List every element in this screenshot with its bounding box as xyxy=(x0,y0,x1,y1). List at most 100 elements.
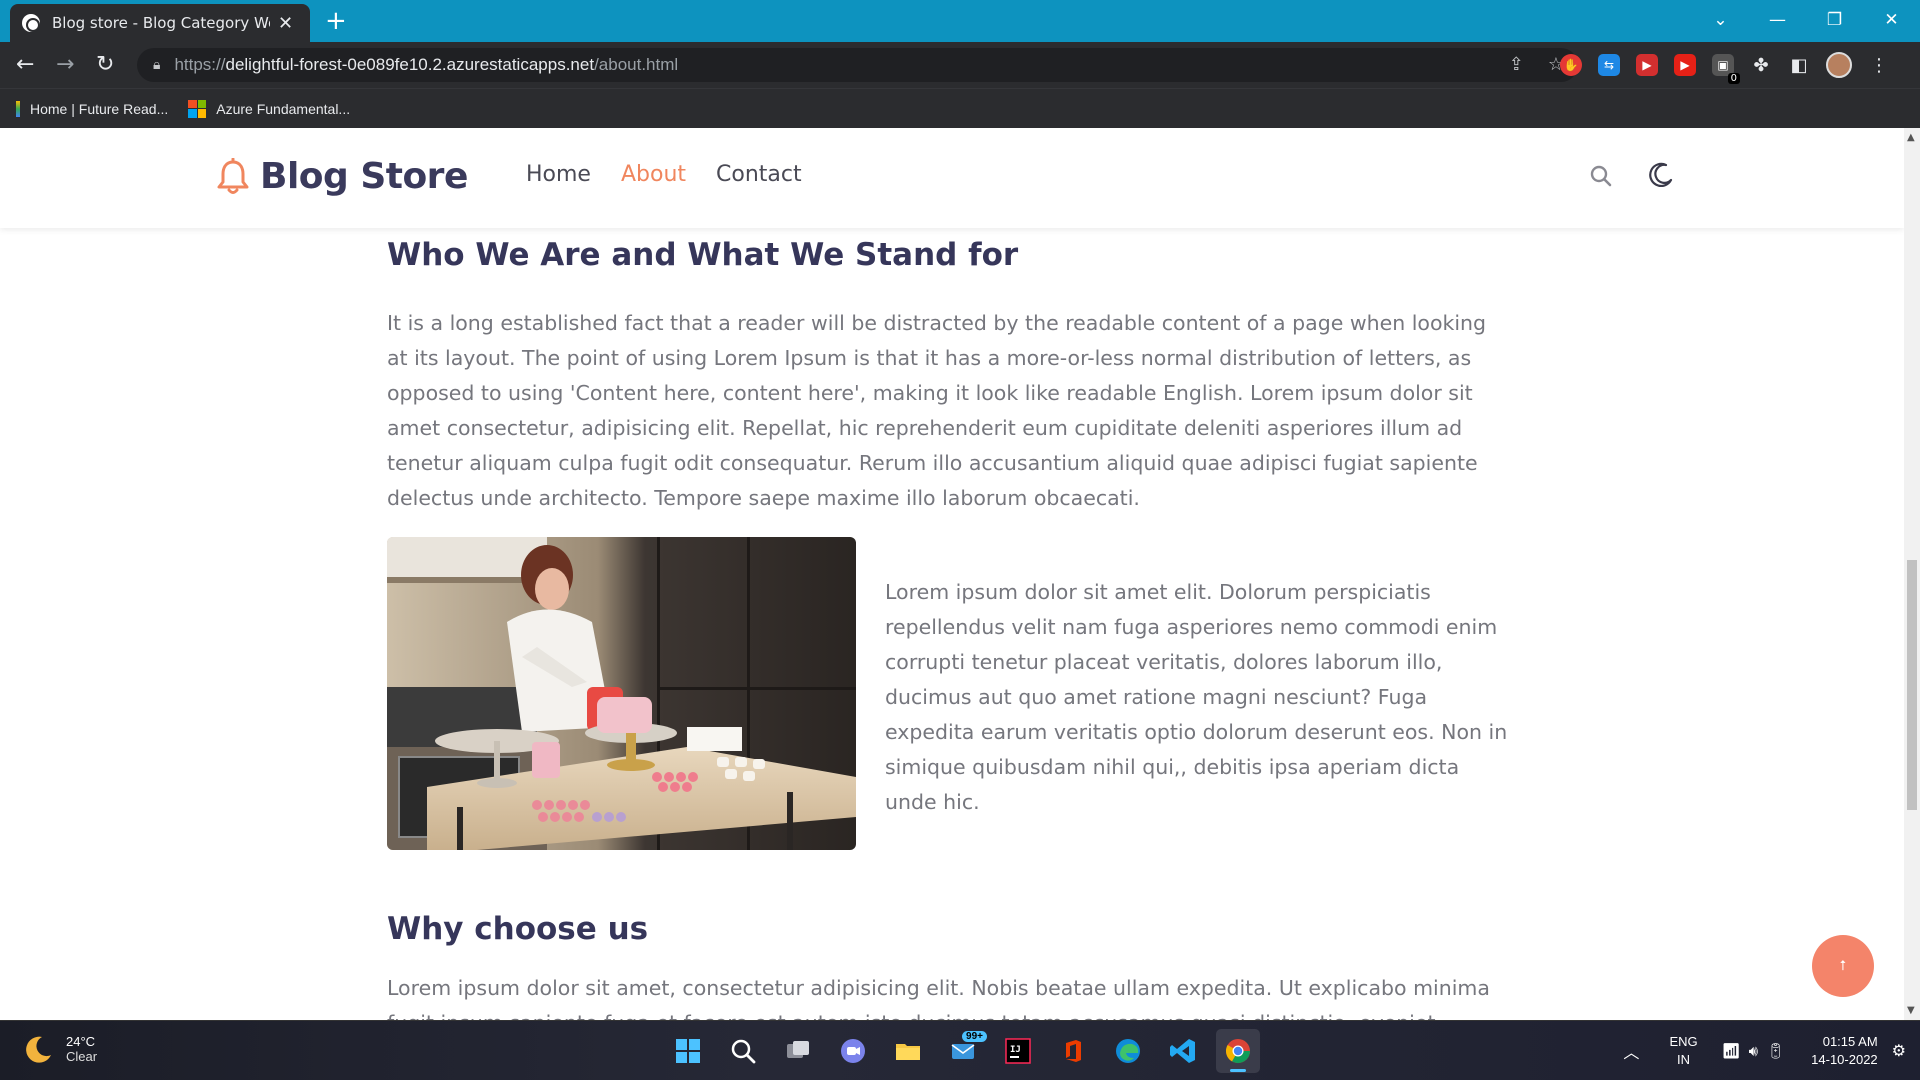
teams-chat-button[interactable] xyxy=(831,1029,875,1073)
video-extension-icon[interactable]: ▶ xyxy=(1674,54,1696,76)
chevron-up-icon[interactable]: ︿ xyxy=(1623,1039,1639,1063)
bookmark-label: Azure Fundamental... xyxy=(216,100,351,117)
search-taskbar-button[interactable] xyxy=(721,1029,765,1073)
scroll-up-arrow-icon[interactable]: ▲ xyxy=(1907,132,1915,143)
site-logo[interactable]: Blog Store xyxy=(216,156,468,197)
folder-icon xyxy=(896,1044,920,1060)
microsoft-logo-icon xyxy=(188,99,207,118)
youtube-extension-icon[interactable]: ▶ xyxy=(1636,54,1658,76)
vscode-button[interactable] xyxy=(1161,1029,1205,1073)
file-explorer-button[interactable] xyxy=(886,1029,930,1073)
notifications-icon[interactable]: ⚙︎ xyxy=(1892,1041,1906,1061)
crescent-moon-icon xyxy=(26,1036,51,1063)
browser-tab[interactable]: Blog store - Blog Category Webs ✕ xyxy=(10,4,310,42)
translate-extension-icon[interactable]: ⇆ xyxy=(1598,54,1620,76)
taskbar-apps: 99+ IJ xyxy=(666,1029,1260,1073)
close-window-button[interactable]: ✕ xyxy=(1863,0,1920,40)
volume-icon[interactable]: 🔊︎ xyxy=(1749,1043,1758,1060)
clock-date: 14-10-2022 xyxy=(1811,1052,1878,1067)
profile-avatar[interactable] xyxy=(1826,52,1852,78)
start-button[interactable] xyxy=(666,1029,710,1073)
header-actions xyxy=(1590,162,1674,190)
counter-extension-icon[interactable]: ▣ 0 xyxy=(1712,54,1740,84)
brand-name: Blog Store xyxy=(260,156,468,197)
about-heading: Who We Are and What We Stand for xyxy=(387,237,1019,273)
bookmark-favicon-icon xyxy=(16,100,20,117)
nav-link-contact[interactable]: Contact xyxy=(716,162,802,187)
forward-button[interactable]: → xyxy=(56,52,74,77)
search-icon[interactable] xyxy=(1590,165,1612,187)
about-side-text: Lorem ipsum dolor sit amet elit. Dolorum… xyxy=(885,580,1508,814)
task-view-button[interactable] xyxy=(776,1029,820,1073)
intellij-button[interactable]: IJ xyxy=(996,1029,1040,1073)
tab-title: Blog store - Blog Category Webs xyxy=(52,14,270,32)
tab-search-icon[interactable]: ⌄ xyxy=(1692,0,1749,40)
share-icon[interactable]: ⇪ xyxy=(1509,54,1524,75)
back-button[interactable]: ← xyxy=(16,52,34,77)
bookmark-item[interactable]: Home | Future Read... xyxy=(16,100,169,117)
kitchen-baking-image xyxy=(387,537,856,850)
arrow-up-icon: ⭡ xyxy=(1839,958,1847,974)
why-choose-us-text: Lorem ipsum dolor sit amet, consectetur … xyxy=(387,976,1490,1020)
windows-taskbar: 24°C Clear 99+ IJ ︿ ENG IN 📶︎ 🔊︎ 🔋︎ 01:1… xyxy=(0,1020,1920,1080)
chat-icon xyxy=(841,1039,865,1063)
task-view-icon xyxy=(787,1041,809,1058)
edge-icon xyxy=(1116,1039,1140,1063)
office-icon xyxy=(1066,1040,1081,1062)
weather-temperature: 24°C xyxy=(66,1034,96,1049)
wifi-icon[interactable]: 📶︎ xyxy=(1722,1042,1741,1060)
windows-logo-icon xyxy=(676,1039,700,1063)
adblock-extension-icon[interactable]: ✋ xyxy=(1560,54,1582,76)
nav-link-home[interactable]: Home xyxy=(526,162,591,187)
chrome-button[interactable] xyxy=(1216,1029,1260,1073)
page-viewport: Blog Store Home About Contact Who We Are… xyxy=(0,128,1904,1020)
bell-icon xyxy=(217,157,249,194)
globe-icon xyxy=(22,14,40,32)
about-intro-text: It is a long established fact that a rea… xyxy=(387,311,1487,510)
vscode-icon xyxy=(1170,1039,1195,1063)
minimize-button[interactable]: — xyxy=(1749,0,1806,40)
weather-widget[interactable]: 24°C Clear xyxy=(22,1033,97,1065)
page-scrollbar[interactable]: ▲ ▼ xyxy=(1904,128,1920,1020)
why-choose-us-heading: Why choose us xyxy=(387,911,649,947)
office-button[interactable] xyxy=(1051,1029,1095,1073)
system-tray: ︿ ENG IN 📶︎ 🔊︎ 🔋︎ 01:15 AM 14-10-2022 ⚙︎ xyxy=(1623,1021,1920,1080)
scrollbar-thumb[interactable] xyxy=(1907,560,1917,810)
chrome-icon xyxy=(1225,1039,1250,1064)
svg-text:IJ: IJ xyxy=(1010,1045,1021,1055)
browser-toolbar: ← → ↻ 🔒︎ https://delightful-forest-0e089… xyxy=(0,42,1920,88)
reload-button[interactable]: ↻ xyxy=(96,52,114,77)
mail-unread-badge: 99+ xyxy=(962,1031,987,1042)
site-header: Blog Store Home About Contact xyxy=(0,128,1904,228)
dark-mode-moon-icon[interactable] xyxy=(1646,162,1674,190)
close-tab-icon[interactable]: ✕ xyxy=(278,13,293,34)
url-text: https://delightful-forest-0e089fe10.2.az… xyxy=(174,55,679,74)
new-tab-button[interactable]: + xyxy=(325,6,347,36)
language-code: ENG xyxy=(1669,1034,1698,1049)
intellij-icon: IJ xyxy=(1005,1038,1031,1064)
battery-icon[interactable]: 🔋︎ xyxy=(1766,1042,1785,1060)
side-panel-icon[interactable]: ◧ xyxy=(1788,54,1810,76)
restore-button[interactable]: ❐ xyxy=(1806,0,1863,40)
window-controls: ⌄ — ❐ ✕ xyxy=(1692,0,1920,40)
bookmark-label: Home | Future Read... xyxy=(30,100,169,117)
main-nav: Home About Contact xyxy=(526,162,802,187)
language-indicator[interactable]: ENG IN xyxy=(1669,1033,1697,1069)
nav-link-about[interactable]: About xyxy=(621,162,686,187)
scroll-down-arrow-icon[interactable]: ▼ xyxy=(1907,1005,1915,1016)
scroll-to-top-button[interactable]: ⭡ xyxy=(1812,935,1874,997)
lock-icon[interactable]: 🔒︎ xyxy=(153,57,160,73)
weather-condition: Clear xyxy=(66,1049,98,1064)
clock-time: 01:15 AM xyxy=(1822,1034,1878,1049)
region-code: IN xyxy=(1677,1052,1691,1067)
clock[interactable]: 01:15 AM 14-10-2022 xyxy=(1811,1033,1878,1069)
browser-tab-strip: Blog store - Blog Category Webs ✕ + ⌄ — … xyxy=(0,0,1920,42)
address-bar[interactable]: 🔒︎ https://delightful-forest-0e089fe10.2… xyxy=(137,48,1578,82)
baker-photo xyxy=(387,537,856,850)
menu-kebab-icon[interactable]: ⋮ xyxy=(1868,54,1890,76)
edge-button[interactable] xyxy=(1106,1029,1150,1073)
puzzle-extensions-icon[interactable]: ✤ xyxy=(1750,54,1772,76)
search-icon xyxy=(731,1039,756,1064)
mail-button[interactable]: 99+ xyxy=(941,1029,987,1073)
bookmark-item[interactable]: Azure Fundamental... xyxy=(188,99,351,118)
